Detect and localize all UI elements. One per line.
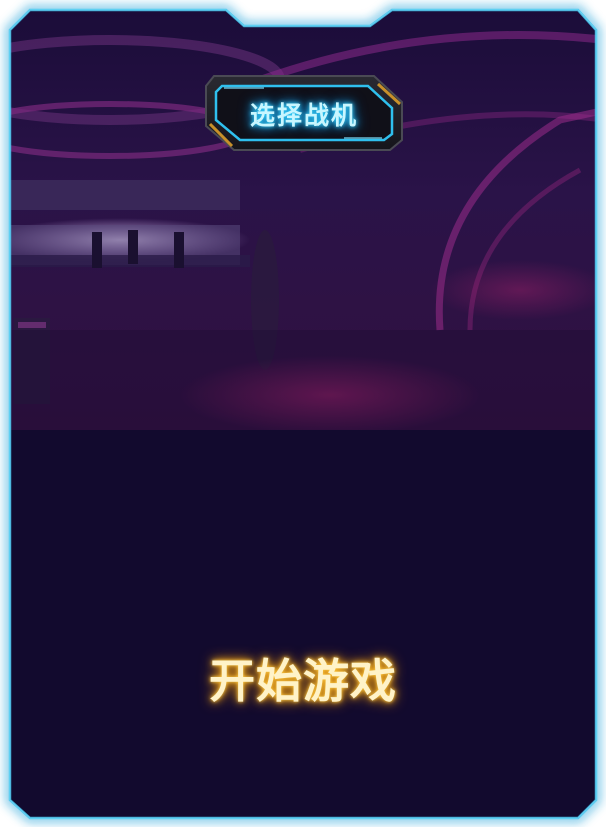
start-game-button[interactable]: 开始游戏 <box>170 640 436 716</box>
game-panel: 选择战机 开始游戏 <box>0 0 606 827</box>
scene-artwork <box>10 10 596 435</box>
screen-title: 选择战机 <box>249 101 358 130</box>
